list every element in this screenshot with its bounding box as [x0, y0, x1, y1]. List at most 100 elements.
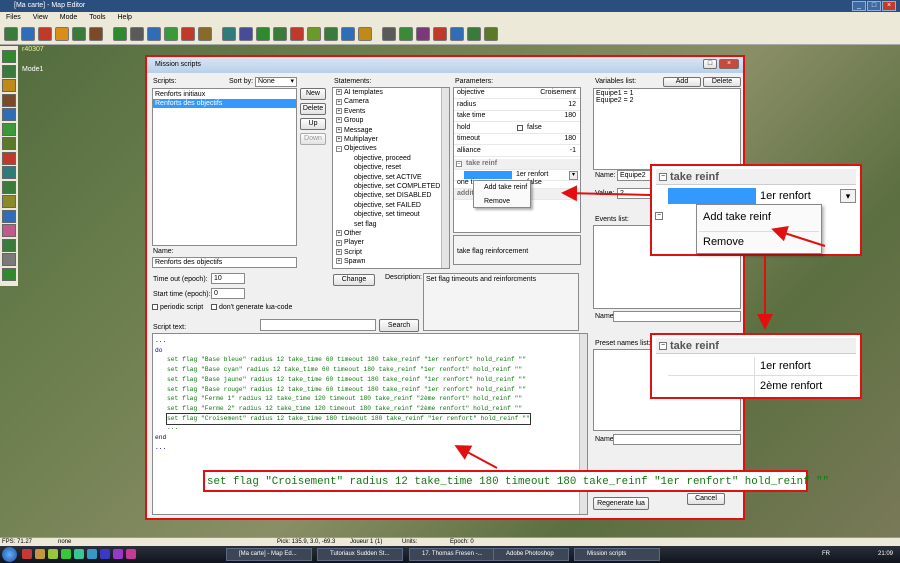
tool-icon[interactable] — [198, 27, 212, 41]
periodic-option[interactable]: periodic script — [152, 304, 203, 311]
taskbar-item[interactable]: [Ma carte] - Map Ed... — [226, 548, 312, 561]
variable-delete-button[interactable]: Delete — [703, 77, 741, 87]
tree-node[interactable]: + Script — [336, 249, 362, 256]
tree-node[interactable]: + Camera — [336, 98, 369, 105]
tool-icon[interactable] — [2, 166, 16, 179]
list-item[interactable]: Equipe1 = 1 — [596, 90, 738, 97]
statements-scrollbar[interactable] — [441, 88, 449, 268]
parameter-row[interactable]: alliance -1 — [454, 146, 580, 157]
hold-checkbox[interactable] — [517, 124, 523, 131]
variables-list[interactable]: Equipe1 = 1 Equipe2 = 2 — [593, 88, 741, 170]
tree-node[interactable]: + Group — [336, 117, 363, 124]
parameter-row[interactable]: objective Croisement — [454, 88, 580, 99]
tool-icon[interactable] — [2, 267, 16, 281]
language-indicator[interactable]: FR — [822, 551, 830, 557]
tool-icon[interactable] — [324, 27, 338, 41]
dialog-maximize-button[interactable]: □ — [703, 59, 717, 69]
tool-icon[interactable] — [290, 27, 304, 41]
take-reinf-value[interactable]: 1er renfort — [516, 171, 548, 178]
quicklaunch-icon[interactable] — [48, 549, 58, 559]
tree-node[interactable]: objective, set timeout — [354, 211, 420, 218]
preset-name-input[interactable] — [613, 434, 741, 445]
expand-icon[interactable]: + — [336, 230, 342, 237]
tool-icon[interactable] — [147, 27, 161, 41]
parameter-value[interactable]: 180 — [564, 135, 576, 142]
tool-icon[interactable] — [450, 27, 464, 41]
tree-node[interactable]: + AI templates — [336, 89, 383, 96]
tool-icon[interactable] — [273, 27, 287, 41]
change-button[interactable]: Change — [333, 274, 375, 286]
periodic-checkbox[interactable] — [152, 304, 158, 311]
tool-icon[interactable] — [89, 27, 103, 41]
taskbar-item[interactable]: Tutoriaux Sudden St... — [317, 548, 403, 561]
expand-icon[interactable]: + — [336, 89, 342, 96]
quicklaunch-icon[interactable] — [87, 549, 97, 559]
tool-icon[interactable] — [341, 27, 355, 41]
sort-select[interactable]: None ▾ — [255, 77, 297, 87]
tool-icon[interactable] — [2, 209, 16, 223]
search-input[interactable] — [260, 319, 376, 331]
tool-icon[interactable] — [222, 27, 236, 41]
expand-icon[interactable]: + — [336, 258, 342, 265]
tool-icon[interactable] — [2, 151, 16, 165]
tree-node[interactable]: objective, set DISABLED — [354, 192, 431, 199]
close-button[interactable]: × — [882, 1, 896, 11]
regenerate-lua-button[interactable]: Regenerate lua — [593, 497, 649, 510]
delete-script-button[interactable]: Delete — [300, 103, 326, 115]
maximize-button[interactable]: □ — [867, 1, 881, 11]
script-name-input[interactable]: Renforts des objectifs — [152, 257, 297, 268]
tool-icon[interactable] — [358, 27, 372, 41]
list-item[interactable]: Renforts initiaux — [153, 90, 296, 99]
list-item[interactable]: Equipe2 = 2 — [596, 97, 738, 104]
up-button[interactable]: Up — [300, 118, 326, 130]
tree-node[interactable]: − Objectives — [336, 145, 377, 152]
expand-icon[interactable]: + — [336, 136, 342, 143]
take-reinf-group[interactable]: − take reinf — [454, 159, 580, 170]
tool-icon[interactable] — [2, 122, 16, 136]
parameter-row[interactable]: timeout 180 — [454, 134, 580, 146]
tree-node[interactable]: + Spawn — [336, 258, 365, 265]
tool-icon[interactable] — [2, 93, 16, 107]
quicklaunch-icon[interactable] — [126, 549, 136, 559]
tool-icon[interactable] — [113, 27, 127, 41]
scripts-list[interactable]: Renforts initiaux Renforts des objectifs — [152, 88, 297, 246]
tool-icon[interactable] — [2, 238, 16, 252]
taskbar-item[interactable]: Mission scripts — [574, 548, 660, 561]
tool-icon[interactable] — [2, 108, 16, 121]
tree-node[interactable]: + Message — [336, 127, 372, 134]
quicklaunch-icon[interactable] — [113, 549, 123, 559]
tree-node[interactable]: + Player — [336, 239, 364, 246]
zoom-menu-add-take-reinf[interactable]: Add take reinf — [703, 211, 771, 223]
tool-icon[interactable] — [181, 27, 195, 41]
parameter-row[interactable]: hold false — [454, 123, 580, 134]
tool-icon[interactable] — [256, 27, 270, 41]
tree-node[interactable]: + Events — [336, 108, 365, 115]
menu-item-add-take-reinf[interactable]: Add take reinf — [484, 184, 527, 191]
tree-node[interactable]: + Other — [336, 230, 362, 237]
list-item-selected[interactable]: Renforts des objectifs — [153, 99, 296, 108]
quicklaunch-icon[interactable] — [100, 549, 110, 559]
tool-icon[interactable] — [433, 27, 447, 41]
statements-tree[interactable]: + AI templates + Camera + Events + Group + Messag… — [332, 87, 450, 269]
quicklaunch-icon[interactable] — [74, 549, 84, 559]
quicklaunch-icon[interactable] — [35, 549, 45, 559]
parameters-grid[interactable]: additional objectives objectiveCroisemen… — [453, 87, 581, 233]
start-time-input[interactable]: 0 — [211, 288, 245, 299]
parameter-value[interactable]: 12 — [568, 101, 576, 108]
tree-node[interactable]: objective, set FAILED — [354, 202, 421, 209]
menu-view[interactable]: View — [33, 14, 48, 21]
tool-icon[interactable] — [2, 137, 16, 150]
tree-node[interactable]: objective, set COMPLETED — [354, 183, 440, 190]
tool-icon[interactable] — [382, 27, 396, 41]
nolua-checkbox[interactable] — [211, 304, 217, 311]
tool-icon[interactable] — [484, 27, 498, 41]
tool-icon[interactable] — [467, 27, 481, 41]
tool-icon[interactable] — [4, 27, 18, 41]
quicklaunch-icon[interactable] — [61, 549, 71, 559]
dialog-close-button[interactable]: × — [719, 59, 739, 69]
timeout-input[interactable]: 10 — [211, 273, 245, 284]
parameter-value[interactable]: Croisement — [540, 89, 576, 96]
tool-icon[interactable] — [72, 27, 86, 41]
expand-icon[interactable]: + — [336, 239, 342, 246]
taskbar-item[interactable]: Adobe Photoshop — [493, 548, 569, 561]
